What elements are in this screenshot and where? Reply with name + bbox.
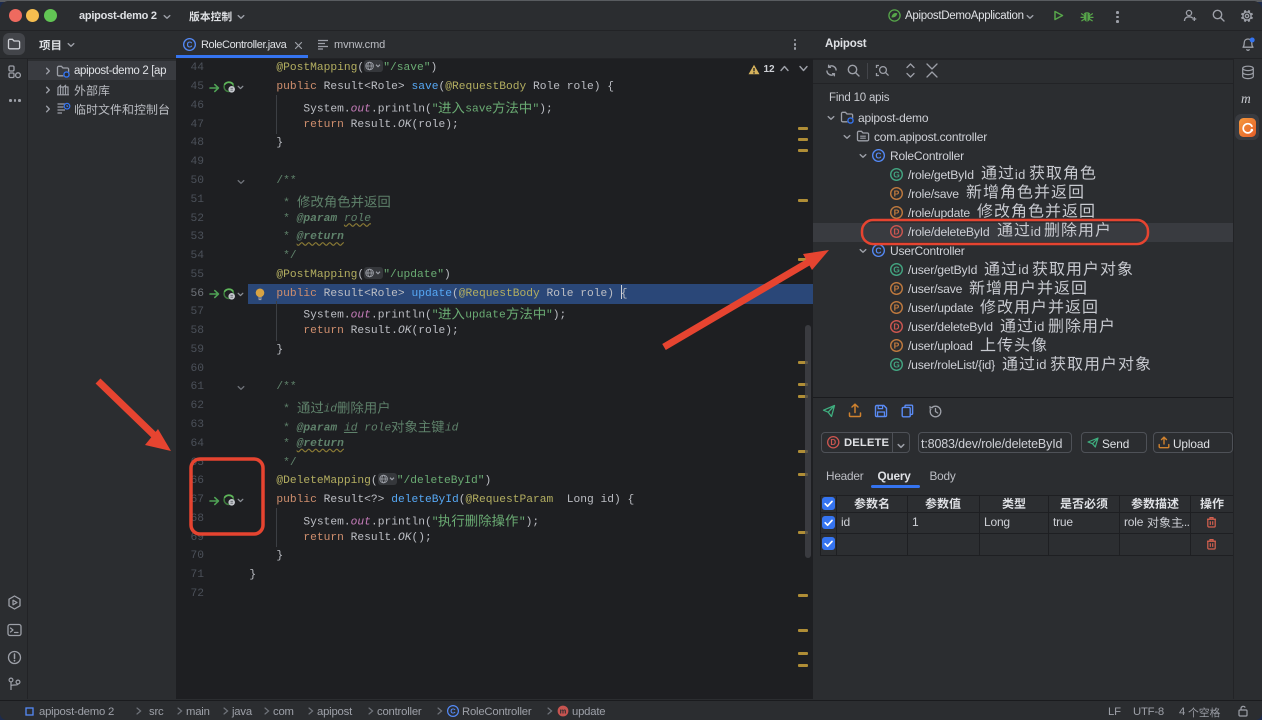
svg-text:m: m <box>560 706 567 715</box>
svg-text:D: D <box>893 226 899 236</box>
svg-text:D: D <box>830 438 836 447</box>
svg-text:G: G <box>893 169 900 179</box>
svg-text:P: P <box>894 303 900 313</box>
svg-text:G: G <box>893 264 900 274</box>
svg-text:C: C <box>875 150 881 160</box>
svg-text:P: P <box>894 188 900 198</box>
svg-text:D: D <box>893 322 899 332</box>
svg-text:P: P <box>894 207 900 217</box>
svg-text:P: P <box>894 284 900 294</box>
svg-text:C: C <box>450 706 456 715</box>
svg-text:C: C <box>187 40 193 49</box>
svg-text:P: P <box>894 341 900 351</box>
svg-text:G: G <box>893 360 900 370</box>
svg-text:C: C <box>875 245 881 255</box>
